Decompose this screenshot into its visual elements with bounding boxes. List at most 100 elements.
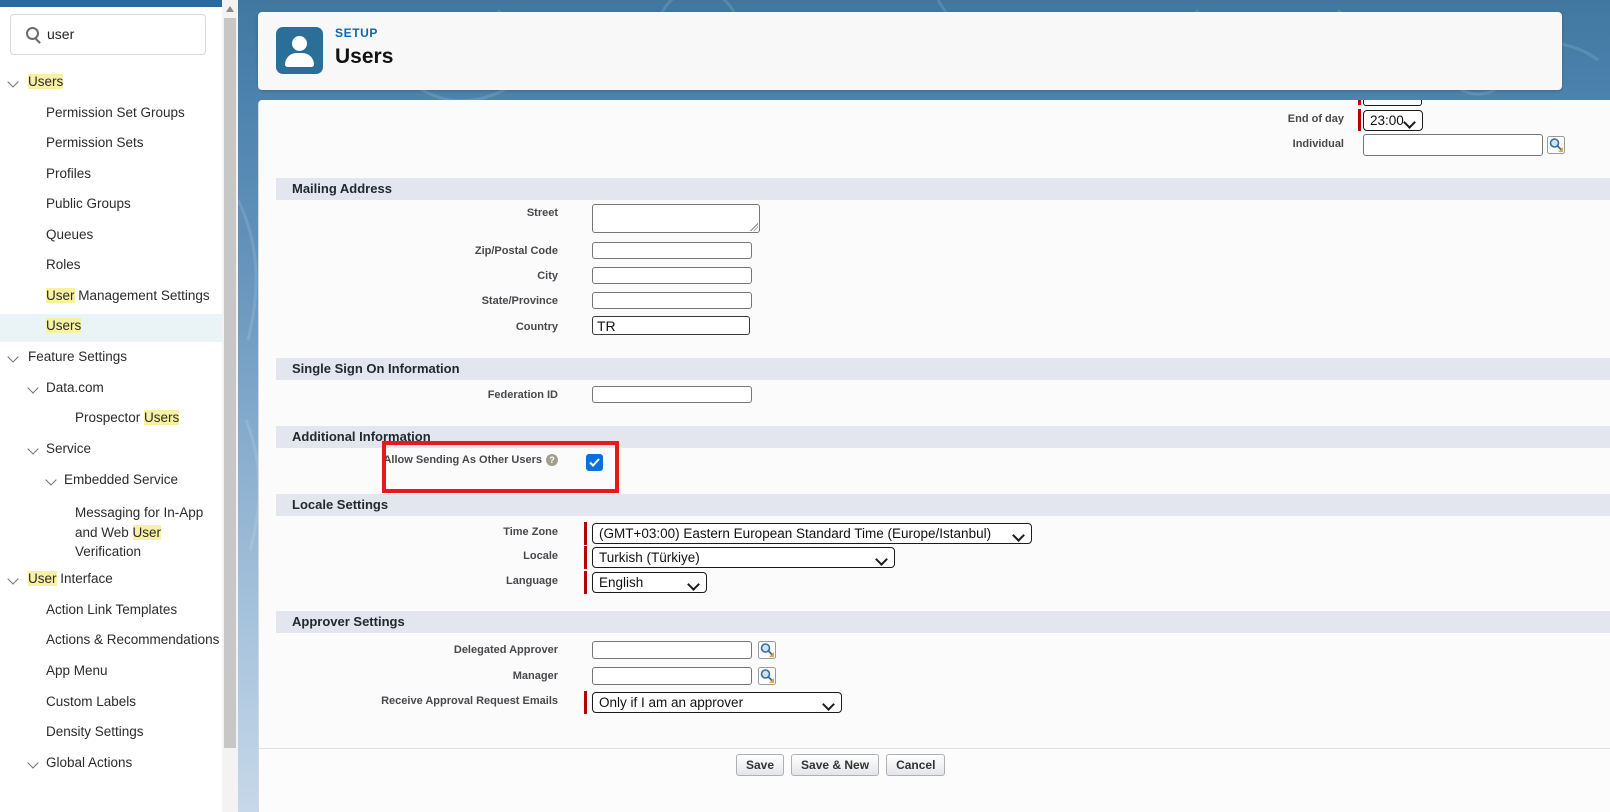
sidebar-item-label: Embedded Service (64, 472, 178, 487)
locale-select[interactable]: Turkish (Türkiye) (592, 547, 895, 568)
partial-select-cropped[interactable] (1363, 100, 1422, 106)
time-zone-select[interactable]: (GMT+03:00) Eastern European Standard Ti… (592, 523, 1032, 544)
search-input[interactable] (47, 23, 195, 45)
required-bar (584, 546, 587, 569)
sidebar-item-roles[interactable]: Roles (0, 257, 81, 272)
sidebar-item-profiles[interactable]: Profiles (0, 166, 91, 181)
form-row-state: State/Province (259, 292, 752, 309)
end-of-day-select[interactable]: 23:00 (1363, 110, 1423, 131)
chevron-down-icon (875, 553, 888, 566)
person-icon (292, 36, 307, 51)
chevron-down-icon (1012, 529, 1025, 542)
delegated-approver-input[interactable] (592, 641, 752, 659)
zip-input[interactable] (592, 242, 752, 259)
sidebar-item-custom-labels[interactable]: Custom Labels (0, 694, 136, 709)
sidebar-item-user-interface[interactable]: User Interface (0, 571, 113, 586)
form-row-manager: Manager (259, 667, 776, 685)
state-input[interactable] (592, 292, 752, 309)
lookup-icon[interactable] (758, 641, 776, 659)
user-edit-form: End of day 23:00 Individual Mailing Addr… (258, 100, 1610, 812)
individual-input[interactable] (1363, 134, 1543, 156)
receive-approval-emails-value: Only if I am an approver (599, 695, 743, 710)
chevron-down-icon[interactable] (27, 382, 38, 393)
sidebar-item-label: Users (144, 410, 179, 425)
form-row-locale: Locale Turkish (Türkiye) (259, 547, 895, 568)
sidebar-item-label: Density Settings (46, 724, 144, 739)
sidebar-item-permission-sets[interactable]: Permission Sets (0, 135, 144, 150)
federation-id-input[interactable] (592, 386, 752, 403)
end-of-day-value: 23:00 (1370, 113, 1404, 128)
required-bar (1358, 100, 1361, 105)
sidebar-item-data-com[interactable]: Data.com (0, 380, 104, 395)
manager-input[interactable] (592, 667, 752, 685)
sidebar-scrollbar[interactable] (222, 0, 238, 812)
save-and-new-button[interactable]: Save & New (791, 754, 879, 776)
sidebar-item-users-group[interactable]: Users (0, 74, 63, 89)
resize-handle-icon[interactable] (750, 223, 758, 231)
chevron-down-icon[interactable] (45, 474, 56, 485)
required-bar (584, 522, 587, 545)
sidebar-item-label: App Menu (46, 663, 108, 678)
sidebar-item-messaging-in-app-web-user-verification[interactable]: Messaging for In-App and Web User Verifi… (0, 503, 225, 562)
sidebar-item-users-selected[interactable]: Users (0, 318, 81, 333)
sidebar-search[interactable] (10, 14, 206, 55)
form-row-language: Language English (259, 572, 707, 593)
country-input[interactable] (592, 316, 750, 335)
red-annotation-box (382, 441, 619, 493)
lookup-icon[interactable] (1547, 136, 1565, 154)
sidebar-item-prospector-users[interactable]: Prospector Users (0, 410, 179, 425)
form-row-zip: Zip/Postal Code (259, 242, 752, 259)
language-value: English (599, 575, 643, 590)
lookup-icon[interactable] (758, 667, 776, 685)
required-bar (584, 571, 587, 594)
chevron-down-icon (1403, 116, 1416, 129)
sidebar-item-actions-recommendations[interactable]: Actions & Recommendations (0, 632, 219, 647)
sidebar-item-label: Global Actions (46, 755, 132, 770)
sidebar-item-global-actions[interactable]: Global Actions (0, 755, 132, 770)
setup-sidebar: Users Permission Set Groups Permission S… (0, 0, 238, 812)
sidebar-item-label: Interface (57, 571, 113, 586)
page-header: SETUP Users (258, 12, 1562, 90)
sidebar-item-app-menu[interactable]: App Menu (0, 663, 108, 678)
chevron-down-icon[interactable] (27, 443, 38, 454)
chevron-down-icon[interactable] (7, 76, 18, 87)
person-icon-body (285, 53, 314, 67)
street-label: Street (259, 204, 575, 219)
search-icon (26, 27, 39, 40)
locale-value: Turkish (Türkiye) (599, 550, 700, 565)
sidebar-item-density-settings[interactable]: Density Settings (0, 724, 144, 739)
sidebar-item-action-link-templates[interactable]: Action Link Templates (0, 602, 177, 617)
language-select[interactable]: English (592, 572, 707, 593)
chevron-down-icon[interactable] (7, 351, 18, 362)
sidebar-item-permission-set-groups[interactable]: Permission Set Groups (0, 105, 185, 120)
sidebar-item-embedded-service[interactable]: Embedded Service (0, 472, 178, 487)
chevron-down-icon[interactable] (27, 757, 38, 768)
city-input[interactable] (592, 267, 752, 284)
sidebar-item-service[interactable]: Service (0, 441, 91, 456)
sidebar-item-label: Management Settings (75, 288, 210, 303)
state-label: State/Province (259, 292, 575, 307)
city-label: City (259, 267, 575, 282)
sidebar-item-label: Public Groups (46, 196, 131, 211)
users-setup-icon (276, 27, 323, 74)
save-button[interactable]: Save (736, 754, 784, 776)
section-header-locale-settings: Locale Settings (276, 494, 1610, 516)
zip-label: Zip/Postal Code (259, 242, 575, 257)
receive-approval-emails-select[interactable]: Only if I am an approver (592, 692, 842, 713)
sidebar-item-label: Data.com (46, 380, 104, 395)
form-row-country: Country (259, 316, 750, 335)
scrollbar-thumb[interactable] (224, 18, 236, 748)
sidebar-item-queues[interactable]: Queues (0, 227, 93, 242)
section-header-approver-settings: Approver Settings (276, 611, 1610, 633)
cancel-button[interactable]: Cancel (886, 754, 945, 776)
scroll-up-icon[interactable] (226, 6, 234, 12)
individual-label: Individual (1293, 138, 1344, 150)
sidebar-item-feature-settings[interactable]: Feature Settings (0, 349, 127, 364)
sidebar-item-public-groups[interactable]: Public Groups (0, 196, 131, 211)
sidebar-item-label: Messaging for In-App (75, 505, 203, 520)
street-textarea[interactable] (592, 204, 760, 233)
sidebar-item-label: User (46, 288, 75, 303)
page-title: Users (335, 45, 393, 69)
sidebar-item-user-management-settings[interactable]: User Management Settings (0, 288, 210, 303)
chevron-down-icon[interactable] (7, 573, 18, 584)
